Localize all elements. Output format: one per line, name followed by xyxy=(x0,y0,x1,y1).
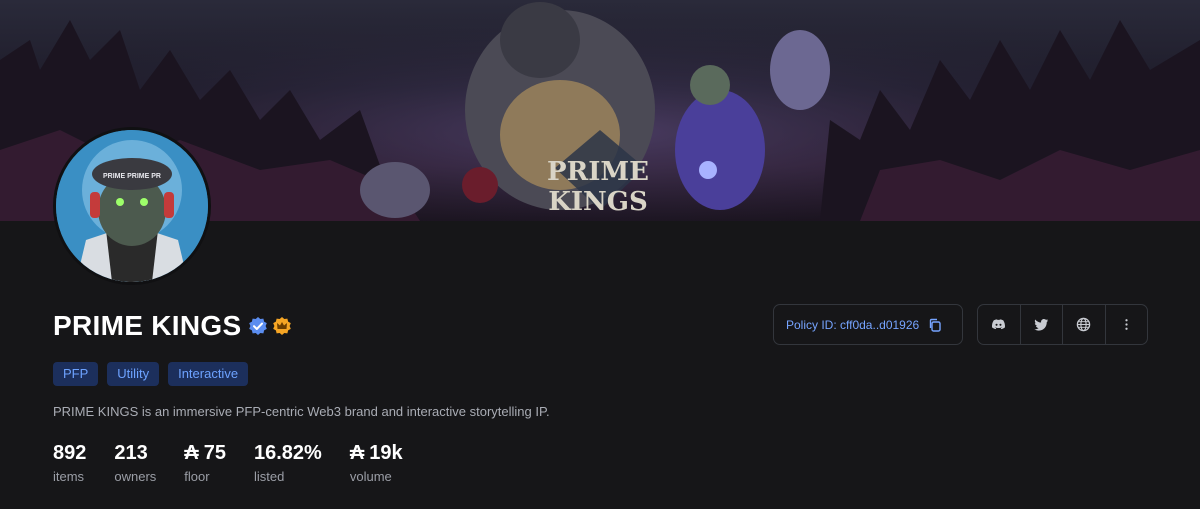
ada-currency-icon: ₳ xyxy=(349,442,365,464)
stat-items: 892 items xyxy=(53,441,86,484)
more-icon xyxy=(1125,319,1128,330)
discord-icon xyxy=(992,319,1006,330)
svg-text:PRIME PRIME PR: PRIME PRIME PR xyxy=(103,173,161,180)
svg-text:KINGS: KINGS xyxy=(548,187,648,217)
ada-currency-icon: ₳ xyxy=(184,442,199,464)
tag-utility[interactable]: Utility xyxy=(107,362,160,386)
stat-items-value: 892 xyxy=(53,442,87,464)
website-button[interactable] xyxy=(1063,305,1106,344)
stat-volume-label: volume xyxy=(349,469,392,484)
stat-floor: ₳ 75 floor xyxy=(184,441,226,484)
collection-name: PRIME KINGS xyxy=(53,310,242,341)
stat-floor-label: floor xyxy=(184,469,210,484)
tag-pfp[interactable]: PFP xyxy=(53,362,99,386)
stat-listed: 16.82% listed xyxy=(254,441,322,484)
stat-floor-value: 75 xyxy=(203,442,226,464)
policy-id-label: Policy ID: cff0da..d01926 xyxy=(786,317,920,332)
stat-owners: 213 owners xyxy=(114,441,156,484)
stat-owners-value: 213 xyxy=(114,442,148,464)
more-options-button[interactable] xyxy=(1106,305,1148,344)
discord-button[interactable] xyxy=(978,305,1021,344)
social-links xyxy=(977,304,1148,345)
stat-listed-label: listed xyxy=(254,469,285,484)
stat-volume: ₳ 19k volume xyxy=(350,441,403,484)
stat-items-label: items xyxy=(53,469,85,484)
copy-icon[interactable] xyxy=(928,318,942,332)
stat-listed-value: 16.82% xyxy=(254,442,322,464)
crown-badge-icon xyxy=(272,316,292,336)
globe-icon xyxy=(1077,317,1091,332)
verified-badge-icon xyxy=(248,316,268,336)
policy-id-button[interactable]: Policy ID: cff0da..d01926 xyxy=(773,304,963,345)
stat-volume-value: 19k xyxy=(369,442,403,464)
category-tags: PFP Utility Interactive xyxy=(53,362,249,386)
stat-owners-label: owners xyxy=(114,469,157,484)
collection-stats: 892 items 213 owners ₳ 75 floor 16.82% l… xyxy=(53,441,431,484)
collection-title: PRIME KINGS xyxy=(53,307,292,345)
twitter-icon xyxy=(1034,318,1048,331)
twitter-button[interactable] xyxy=(1021,305,1063,344)
tag-interactive[interactable]: Interactive xyxy=(168,362,249,386)
collection-avatar: PRIME PRIME PR xyxy=(53,127,211,285)
svg-text:PRIME: PRIME xyxy=(547,157,649,187)
collection-description: PRIME KINGS is an immersive PFP-centric … xyxy=(53,404,550,419)
